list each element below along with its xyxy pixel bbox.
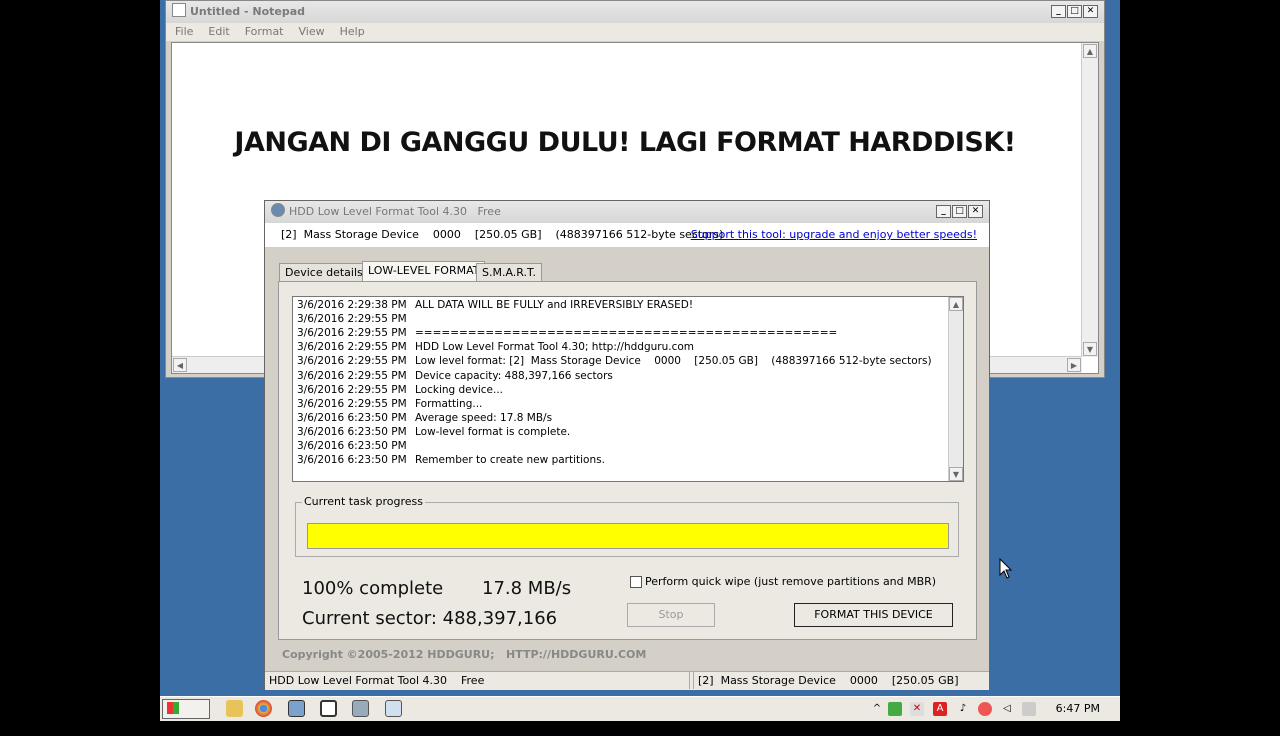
hdd-titlebar[interactable]: HDD Low Level Format Tool 4.30 Free _ □ … <box>265 201 989 223</box>
tray-expand-icon[interactable]: ^ <box>870 702 884 716</box>
tray-antivirus-icon[interactable]: A <box>933 702 947 716</box>
scroll-down-icon[interactable]: ▼ <box>949 467 963 481</box>
status-device: [2] Mass Storage Device 0000 [250.05 GB]… <box>693 672 971 689</box>
log-time: 3/6/2016 2:29:38 PM <box>297 299 407 311</box>
status-app: HDD Low Level Format Tool 4.30 Free <box>269 672 690 689</box>
format-device-button[interactable]: FORMAT THIS DEVICE <box>794 603 953 627</box>
tray-network-icon[interactable] <box>888 702 902 716</box>
chrome-icon[interactable] <box>255 700 272 717</box>
log-time: 3/6/2016 2:29:55 PM <box>297 383 407 396</box>
log-time: 3/6/2016 2:29:55 PM <box>297 355 407 368</box>
log-time: 3/6/2016 2:29:55 PM <box>297 369 407 382</box>
log-message: Formatting... <box>415 397 483 410</box>
log-message: ALL DATA WILL BE FULLY and IRREVERSIBLY … <box>415 299 694 311</box>
log-message: Locking device... <box>415 383 504 396</box>
copyright-text: Copyright ©2005-2012 HDDGURU; HTTP://HDD… <box>282 648 647 661</box>
menu-file[interactable]: File <box>175 25 193 38</box>
maximize-button[interactable]: □ <box>1067 5 1082 18</box>
minimize-button[interactable]: _ <box>936 205 951 218</box>
log-message: Low-level format is complete. <box>415 425 571 438</box>
start-label: Start <box>163 720 195 733</box>
hdd-format-tool-window: HDD Low Level Format Tool 4.30 Free _ □ … <box>264 200 990 690</box>
tray-app-icon[interactable] <box>978 702 992 716</box>
log-time: 3/6/2016 2:29:55 PM <box>297 327 407 340</box>
notepad-title: Untitled - Notepad <box>190 5 306 18</box>
notepad-titlebar[interactable]: Untitled - Notepad _ □ ✕ <box>166 1 1104 23</box>
notepad-vertical-scrollbar[interactable]: ▲ ▼ <box>1081 43 1098 357</box>
stop-button[interactable]: Stop <box>627 603 715 627</box>
windows-logo-icon <box>167 702 179 714</box>
notepad-menubar: File Edit Format View Help <box>166 23 1104 41</box>
log-list[interactable]: 3/6/2016 2:29:38 PM ALL DATA WILL BE FULL… <box>292 296 964 482</box>
scroll-down-icon[interactable]: ▼ <box>1083 342 1097 356</box>
clock[interactable]: 6:47 PM <box>1056 702 1100 715</box>
computer-icon[interactable] <box>288 700 305 717</box>
log-time: 3/6/2016 6:23:50 PM <box>297 440 407 452</box>
notepad-icon <box>172 3 186 17</box>
tab-device-details[interactable]: Device details <box>279 263 369 281</box>
log-message: Low level format: [2] Mass Storage Devic… <box>415 355 932 368</box>
device-summary: [2] Mass Storage Device 0000 [250.05 GB]… <box>281 228 724 241</box>
quick-wipe-checkbox[interactable] <box>630 576 642 588</box>
support-link[interactable]: Support this tool: upgrade and enjoy bet… <box>691 228 977 241</box>
log-time: 3/6/2016 6:23:50 PM <box>297 454 407 467</box>
current-sector: Current sector: 488,397,166 <box>302 608 558 629</box>
menu-format[interactable]: Format <box>245 25 284 38</box>
scroll-left-icon[interactable]: ◀ <box>173 358 187 372</box>
progress-label: Current task progress <box>302 495 425 508</box>
close-button[interactable]: ✕ <box>968 205 983 218</box>
speed-readout: 17.8 MB/s <box>482 578 572 599</box>
menu-edit[interactable]: Edit <box>208 25 229 38</box>
log-time: 3/6/2016 2:29:55 PM <box>297 397 407 410</box>
log-message: Device capacity: 488,397,166 sectors <box>415 369 613 382</box>
minimize-button[interactable]: _ <box>1051 5 1066 18</box>
scroll-up-icon[interactable]: ▲ <box>1083 44 1097 58</box>
status-bar: HDD Low Level Format Tool 4.30 Free [2] … <box>265 671 989 690</box>
menu-view[interactable]: View <box>299 25 325 38</box>
hdd-title: HDD Low Level Format Tool 4.30 Free <box>289 205 501 218</box>
start-button[interactable]: Start <box>162 699 210 733</box>
maximize-button[interactable]: □ <box>952 205 967 218</box>
scroll-up-icon[interactable]: ▲ <box>949 297 963 311</box>
tab-low-level-format[interactable]: LOW-LEVEL FORMAT <box>362 261 486 282</box>
log-time: 3/6/2016 2:29:55 PM <box>297 341 407 354</box>
menu-help[interactable]: Help <box>340 25 365 38</box>
tray-flag-icon[interactable] <box>1022 702 1036 716</box>
log-time: 3/6/2016 2:29:55 PM <box>297 313 407 326</box>
progress-fill <box>308 524 948 548</box>
tab-smart[interactable]: S.M.A.R.T. <box>476 263 542 281</box>
log-time: 3/6/2016 6:23:50 PM <box>297 425 407 438</box>
tray-disconnected-icon[interactable]: ✕ <box>910 702 924 716</box>
log-message: ========================================… <box>415 327 838 340</box>
tray-volume-icon[interactable]: ◁ <box>1000 702 1014 716</box>
hdd-tool-taskbar-icon[interactable] <box>352 700 369 717</box>
tray-speaker-icon[interactable]: ♪ <box>956 702 970 716</box>
window-icon[interactable] <box>320 700 337 717</box>
hdd-app-icon <box>271 203 285 217</box>
mouse-cursor-icon <box>999 558 1013 579</box>
log-scrollbar[interactable]: ▲ ▼ <box>948 297 963 481</box>
log-message: Remember to create new partitions. <box>415 454 605 467</box>
progress-group: Current task progress <box>295 495 959 557</box>
progress-bar <box>307 523 949 549</box>
folder-icon[interactable] <box>226 700 243 717</box>
notepad-taskbar-icon[interactable] <box>385 700 402 717</box>
notepad-text: JANGAN DI GANGGU DULU! LAGI FORMAT HARDD… <box>234 127 1016 158</box>
scroll-right-icon[interactable]: ▶ <box>1067 358 1081 372</box>
percent-complete: 100% complete <box>302 578 444 599</box>
close-button[interactable]: ✕ <box>1083 5 1098 18</box>
log-message: Average speed: 17.8 MB/s <box>415 411 553 424</box>
low-level-format-panel: 3/6/2016 2:29:38 PM ALL DATA WILL BE FULL… <box>278 281 977 640</box>
taskbar: Start ^ ✕ A ♪ ◁ 6:47 PM <box>160 696 1120 733</box>
log-time: 3/6/2016 6:23:50 PM <box>297 411 407 424</box>
device-header: [2] Mass Storage Device 0000 [250.05 GB]… <box>265 223 989 247</box>
log-message: HDD Low Level Format Tool 4.30; http://h… <box>415 341 695 354</box>
quick-wipe-label: Perform quick wipe (just remove partitio… <box>645 575 937 588</box>
